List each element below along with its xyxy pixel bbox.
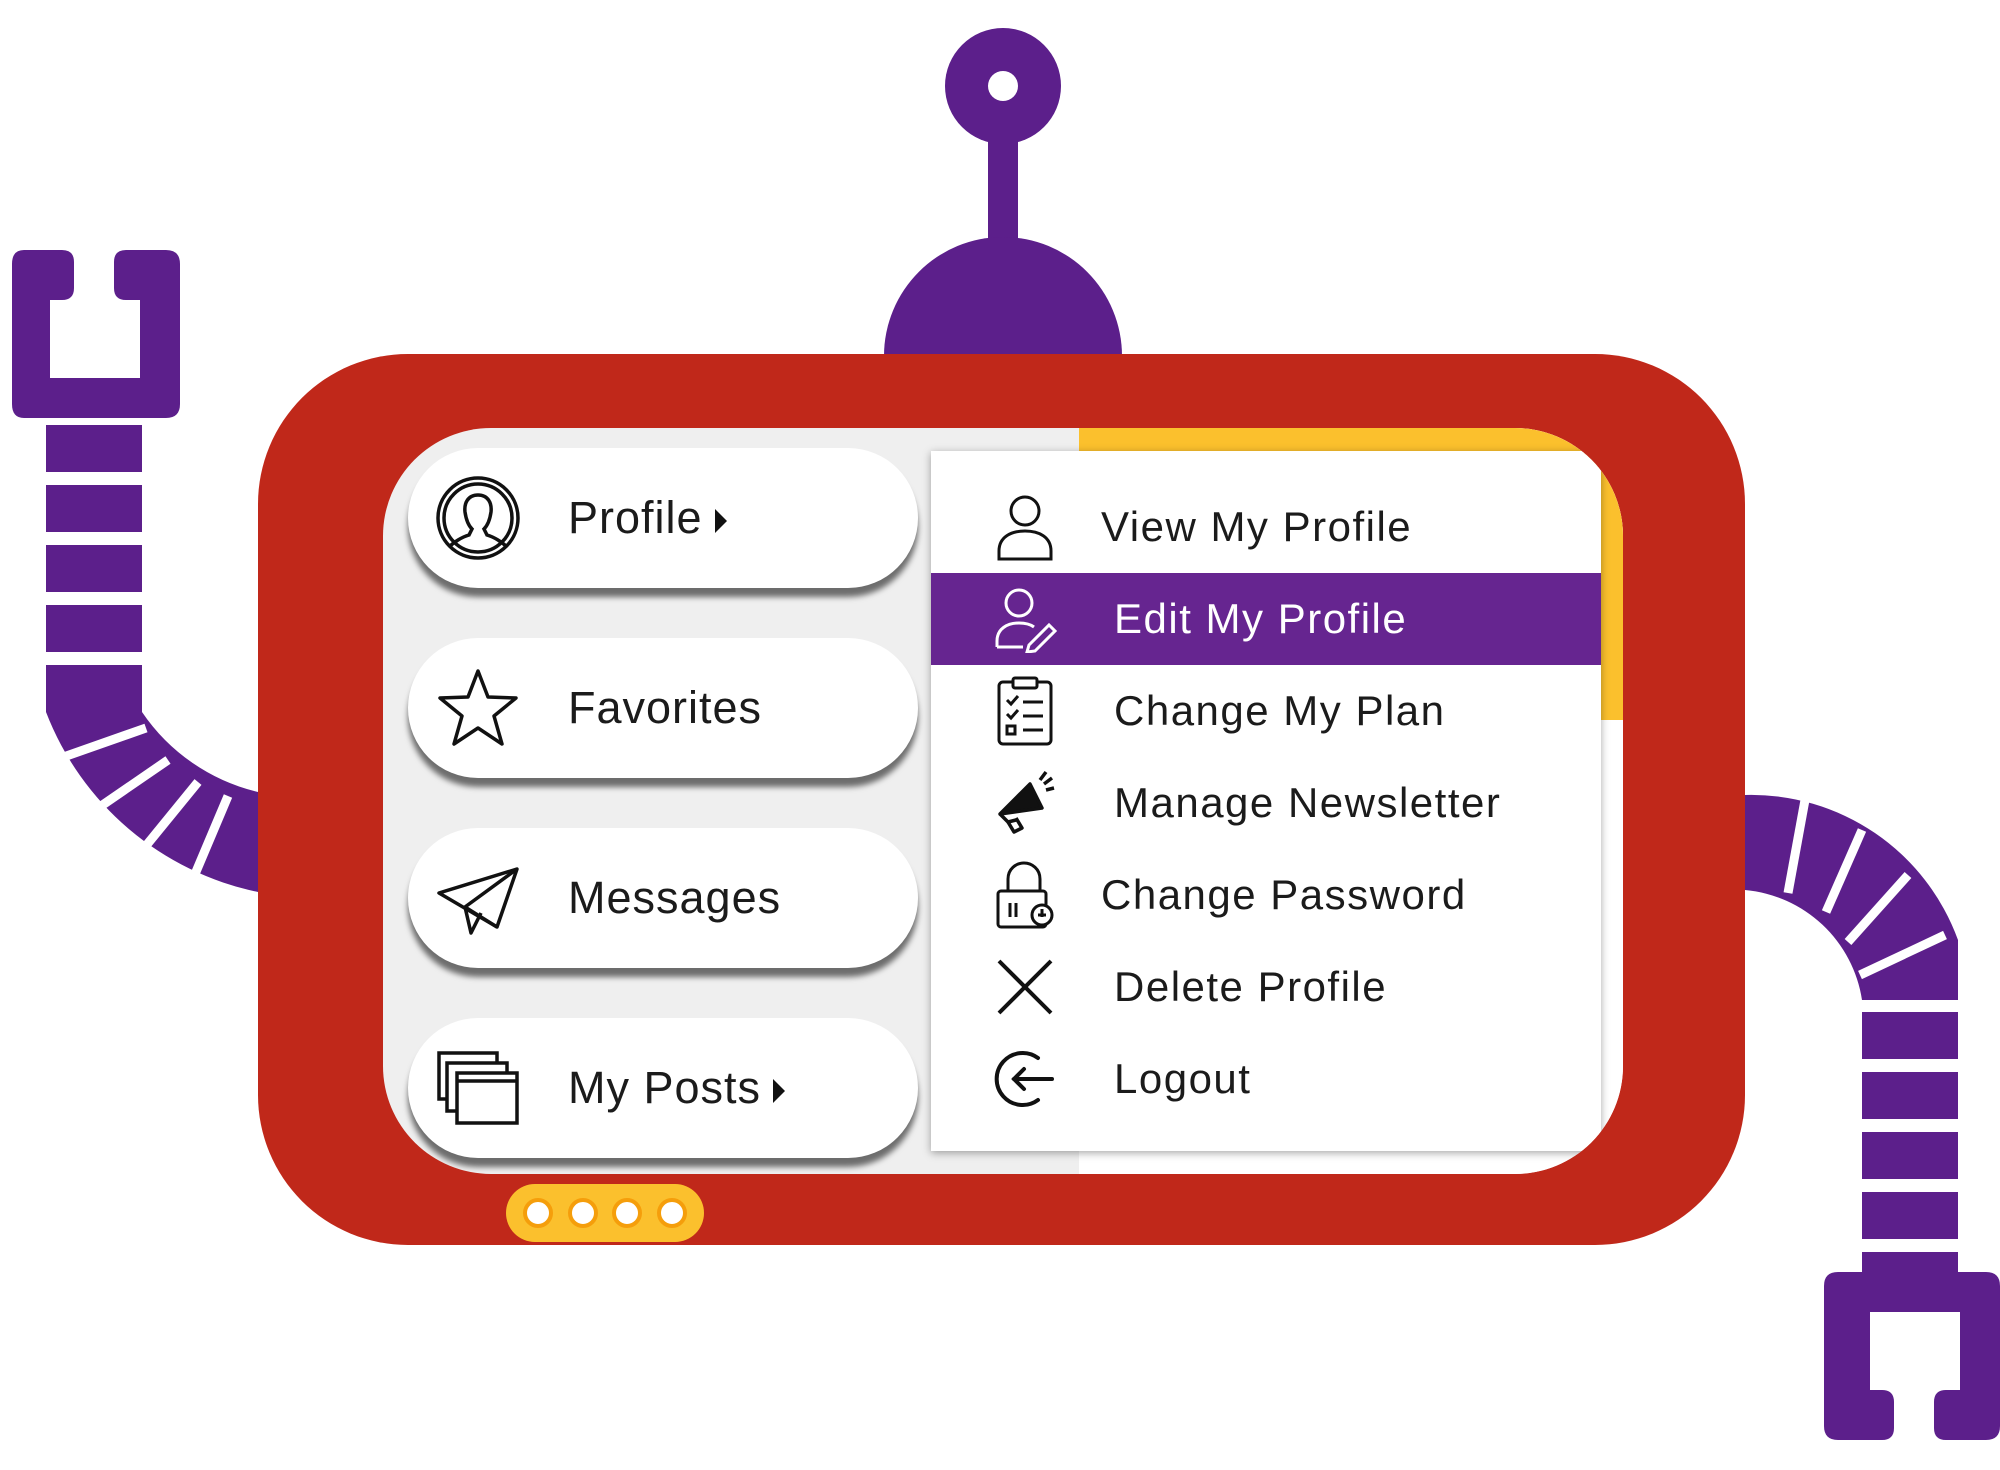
- antenna-stem: [988, 136, 1018, 246]
- submenu-label: Edit My Profile: [1114, 595, 1408, 642]
- menu-item-profile[interactable]: Profile: [408, 448, 918, 588]
- submenu-label: Logout: [1114, 1055, 1252, 1102]
- robot-dome: [884, 237, 1122, 356]
- megaphone-icon: [993, 768, 1057, 838]
- user-icon: [993, 492, 1057, 562]
- status-light: [656, 1198, 687, 1228]
- padlock-icon: [993, 860, 1057, 930]
- status-lights: [506, 1184, 704, 1242]
- submenu-item-change-password[interactable]: Change Password: [931, 849, 1601, 941]
- submenu-label: Manage Newsletter: [1114, 779, 1502, 826]
- menu-item-my-posts[interactable]: My Posts: [408, 1018, 918, 1158]
- clipboard-checklist-icon: [993, 676, 1057, 746]
- menu-item-label: Profile: [568, 492, 727, 544]
- submenu-item-logout[interactable]: Logout: [931, 1033, 1601, 1125]
- submenu-item-edit-profile[interactable]: Edit My Profile: [931, 573, 1601, 665]
- star-icon: [433, 663, 523, 753]
- stacked-windows-icon: [433, 1043, 523, 1133]
- submenu-item-manage-newsletter[interactable]: Manage Newsletter: [931, 757, 1601, 849]
- menu-item-messages[interactable]: Messages: [408, 828, 918, 968]
- logout-icon: [993, 1044, 1057, 1114]
- user-edit-icon: [993, 584, 1057, 654]
- paper-plane-icon: [433, 853, 523, 943]
- status-light: [523, 1198, 554, 1228]
- user-circle-icon: [433, 473, 523, 563]
- submenu-item-view-profile[interactable]: View My Profile: [931, 481, 1601, 573]
- robot-screen: Profile Favorites Messages My Posts View…: [383, 428, 1623, 1174]
- menu-item-label: Messages: [568, 872, 782, 923]
- close-icon: [993, 952, 1057, 1022]
- status-light: [567, 1198, 598, 1228]
- menu-item-favorites[interactable]: Favorites: [408, 638, 918, 778]
- submenu-label: View My Profile: [1101, 503, 1413, 550]
- menu-item-label: Favorites: [568, 682, 763, 733]
- submenu-item-change-plan[interactable]: Change My Plan: [931, 665, 1601, 757]
- profile-submenu: View My Profile Edit My Profile Change M…: [931, 451, 1601, 1151]
- submenu-label: Change My Plan: [1114, 687, 1446, 734]
- left-claw: [12, 250, 180, 418]
- submenu-label: Delete Profile: [1114, 963, 1388, 1010]
- right-claw: [1824, 1272, 2000, 1440]
- right-arm-elbow: [1745, 794, 1958, 1000]
- submenu-item-delete-profile[interactable]: Delete Profile: [931, 941, 1601, 1033]
- caret-right-icon: [773, 1079, 786, 1104]
- status-light: [612, 1198, 643, 1228]
- menu-item-label: My Posts: [568, 1062, 786, 1114]
- submenu-label: Change Password: [1101, 871, 1467, 918]
- caret-right-icon: [714, 509, 727, 534]
